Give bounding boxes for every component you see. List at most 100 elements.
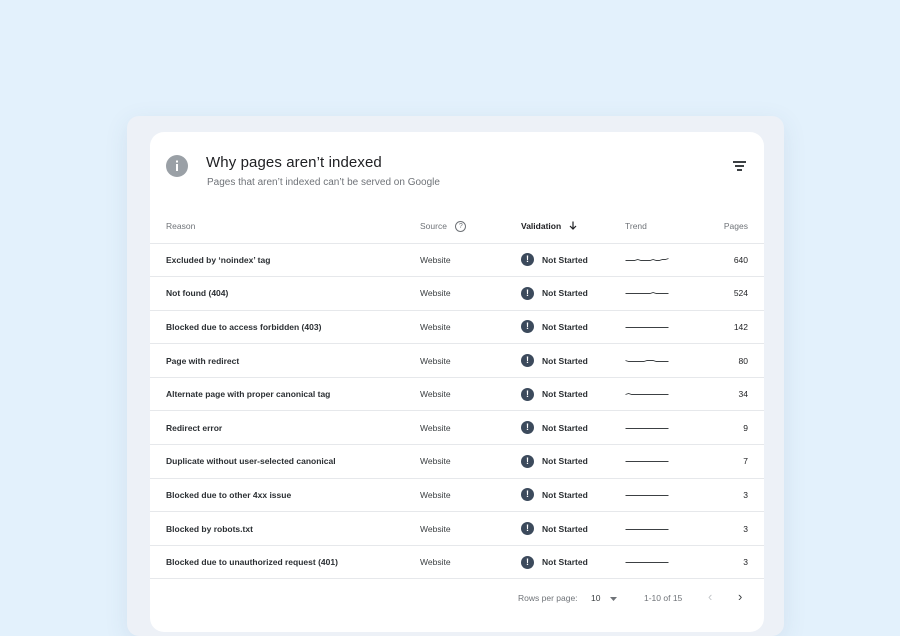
trend-line — [625, 359, 669, 362]
row-reason: Duplicate without user-selected canonica… — [166, 456, 336, 467]
row-reason: Alternate page with proper canonical tag — [166, 389, 331, 400]
trend-sparkline — [625, 393, 669, 396]
table-row[interactable]: Duplicate without user-selected canonica… — [150, 445, 764, 479]
status-label: Not Started — [542, 422, 588, 433]
row-source: Website — [420, 422, 451, 433]
column-header-source[interactable]: Source ? — [420, 210, 521, 243]
row-trend — [625, 411, 695, 445]
row-trend — [625, 277, 695, 311]
status-warning-icon: ! — [521, 253, 534, 267]
row-validation: ! Not Started — [521, 277, 625, 311]
filter-icon[interactable] — [732, 161, 746, 173]
status-label: Not Started — [542, 389, 588, 400]
trend-line — [625, 393, 669, 396]
help-icon[interactable]: ? — [455, 220, 467, 232]
page-title: Why pages aren’t indexed — [206, 154, 382, 171]
validation-status: ! Not Started — [521, 488, 625, 502]
row-validation: ! Not Started — [521, 344, 625, 378]
next-page-button[interactable]: › — [738, 589, 742, 604]
status-warning-icon: ! — [521, 354, 534, 368]
table-row[interactable]: Alternate page with proper canonical tag… — [150, 377, 764, 411]
table-row[interactable]: Blocked due to access forbidden (403) Web… — [150, 310, 764, 344]
status-warning-icon: ! — [521, 488, 534, 502]
row-validation: ! Not Started — [521, 445, 625, 479]
status-warning-icon: ! — [521, 555, 534, 569]
column-header-validation-label: Validation — [521, 220, 562, 231]
validation-status: ! Not Started — [521, 555, 625, 569]
trend-sparkline — [625, 327, 669, 328]
reasons-table: Reason Source ? Validation Trend Pages E… — [150, 210, 764, 579]
sort-descending-icon[interactable] — [569, 221, 577, 232]
card-header: Why pages aren’t indexed Pages that aren… — [150, 132, 764, 210]
trend-line — [625, 292, 669, 295]
row-trend — [625, 377, 695, 411]
row-trend — [625, 344, 695, 378]
row-pages: 3 — [743, 523, 748, 534]
row-reason: Redirect error — [166, 422, 223, 433]
column-header-validation[interactable]: Validation — [521, 210, 625, 243]
row-validation: ! Not Started — [521, 377, 625, 411]
table-row[interactable]: Redirect error Website! Not Started 9 — [150, 411, 764, 445]
status-label: Not Started — [542, 254, 588, 265]
row-validation: ! Not Started — [521, 243, 625, 277]
table-row[interactable]: Excluded by ‘noindex’ tag Website! Not Sta… — [150, 243, 764, 277]
rows-per-page-label: Rows per page: — [518, 593, 578, 604]
pagination-footer: Rows per page: 10 1-10 of 15 ‹ › — [150, 579, 764, 609]
status-warning-icon: ! — [521, 320, 534, 334]
row-trend — [625, 243, 695, 277]
trend-sparkline — [625, 359, 669, 362]
row-pages: 524 — [733, 288, 748, 299]
row-validation: ! Not Started — [521, 545, 625, 579]
filter-icon-line-middle — [734, 165, 744, 167]
row-trend — [625, 512, 695, 546]
table-row[interactable]: Blocked by robots.txt Website! Not Started… — [150, 512, 764, 546]
status-label: Not Started — [542, 557, 588, 568]
validation-status: ! Not Started — [521, 354, 625, 368]
validation-status: ! Not Started — [521, 387, 625, 401]
status-warning-icon: ! — [521, 522, 534, 536]
row-source: Website — [420, 254, 451, 265]
trend-sparkline — [625, 257, 669, 261]
table-row[interactable]: Blocked due to unauthorized request (401… — [150, 545, 764, 579]
trend-sparkline — [625, 528, 669, 530]
row-validation: ! Not Started — [521, 411, 625, 445]
row-source: Website — [420, 389, 451, 400]
row-trend — [625, 545, 695, 579]
trend-sparkline — [625, 292, 669, 295]
validation-status: ! Not Started — [521, 421, 625, 435]
row-reason: Page with redirect — [166, 355, 240, 366]
row-source: Website — [420, 557, 451, 568]
row-pages: 9 — [743, 422, 748, 433]
table-row[interactable]: Page with redirect Website! Not Started 80 — [150, 344, 764, 378]
status-label: Not Started — [542, 355, 588, 366]
table-header-row: Reason Source ? Validation Trend Pages — [150, 210, 764, 243]
page-subtitle: Pages that aren’t indexed can’t be serve… — [207, 177, 440, 188]
table-row[interactable]: Not found (404) Website! Not Started 524 — [150, 277, 764, 311]
validation-status: ! Not Started — [521, 454, 625, 468]
table-row[interactable]: Blocked due to other 4xx issue Website! No… — [150, 478, 764, 512]
dropdown-caret-icon[interactable] — [610, 594, 617, 604]
rows-per-page-select[interactable]: 10 — [591, 593, 600, 603]
row-pages: 34 — [738, 389, 748, 400]
column-header-reason[interactable]: Reason — [150, 210, 420, 243]
status-label: Not Started — [542, 288, 588, 299]
row-reason: Blocked due to other 4xx issue — [166, 489, 292, 500]
row-pages: 3 — [743, 557, 748, 568]
row-source: Website — [420, 355, 451, 366]
column-header-pages[interactable]: Pages — [695, 210, 764, 243]
trend-line — [625, 257, 669, 261]
row-source: Website — [420, 523, 451, 534]
row-validation: ! Not Started — [521, 512, 625, 546]
status-label: Not Started — [542, 523, 588, 534]
status-warning-icon: ! — [521, 421, 534, 435]
row-reason: Blocked due to unauthorized request (401… — [166, 557, 338, 568]
validation-status: ! Not Started — [521, 320, 625, 334]
previous-page-button[interactable]: ‹ — [708, 589, 712, 604]
validation-status: ! Not Started — [521, 286, 625, 300]
status-label: Not Started — [542, 456, 588, 467]
index-report-card: Why pages aren’t indexed Pages that aren… — [150, 132, 764, 632]
column-header-trend[interactable]: Trend — [625, 210, 695, 243]
table-body: Excluded by ‘noindex’ tag Website! Not Sta… — [150, 243, 764, 579]
row-pages: 640 — [733, 254, 748, 265]
row-pages: 7 — [743, 456, 748, 467]
